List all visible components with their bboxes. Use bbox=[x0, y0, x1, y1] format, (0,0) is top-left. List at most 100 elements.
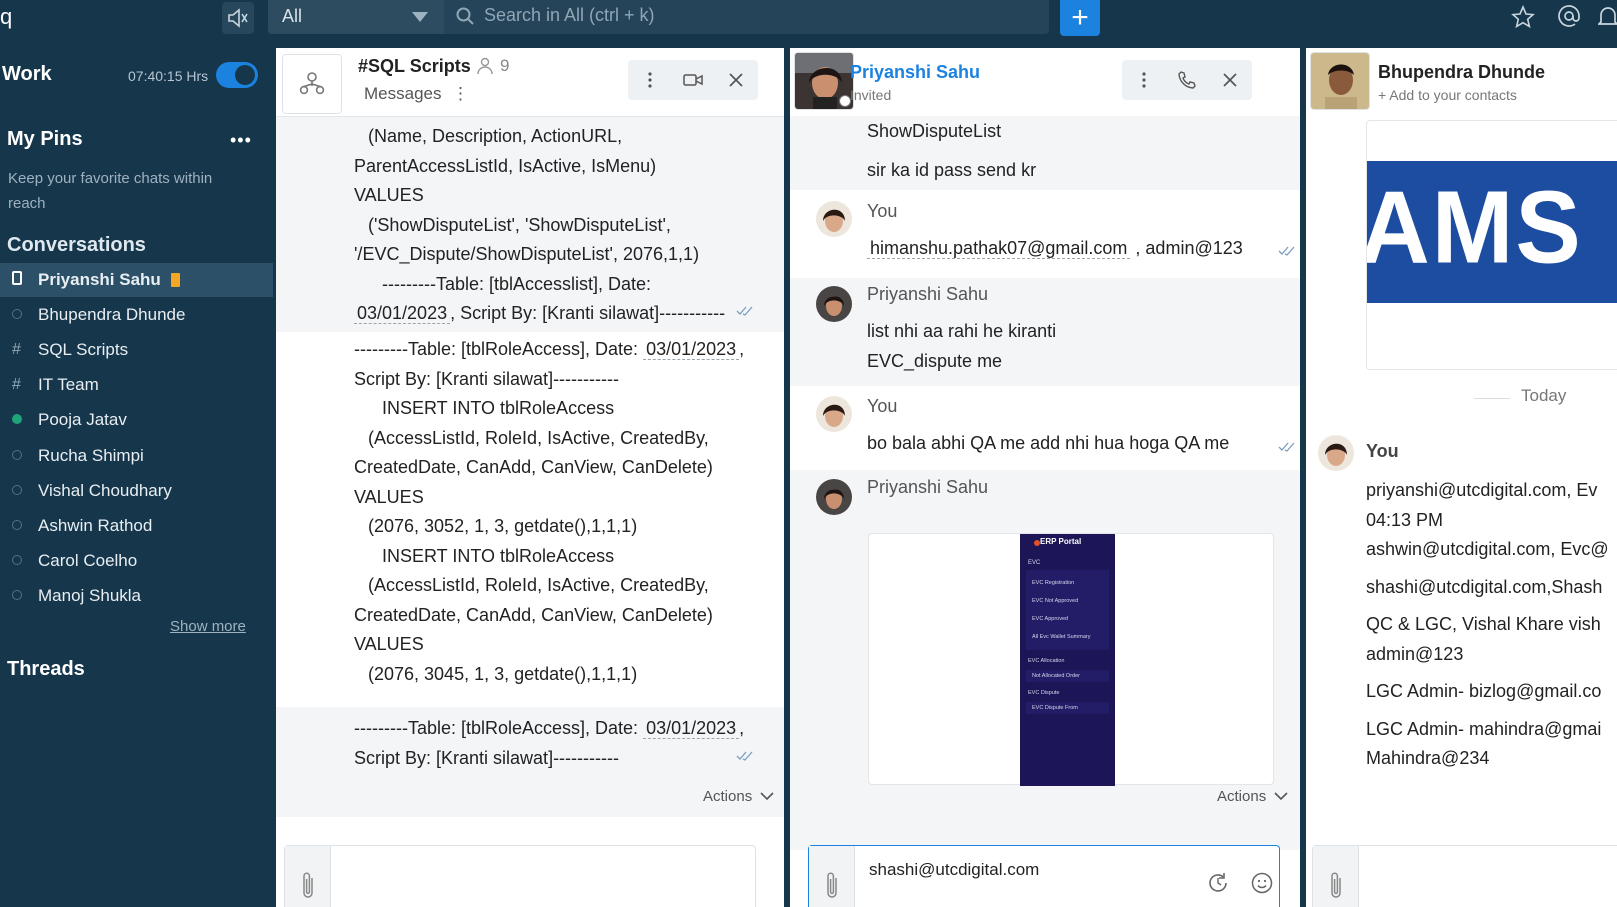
actions-label: Actions bbox=[703, 788, 753, 805]
status-offline-icon bbox=[0, 517, 38, 535]
conversation-name: SQL Scripts bbox=[38, 340, 129, 359]
avatar bbox=[1318, 435, 1354, 471]
more-vert-icon bbox=[1142, 72, 1146, 88]
message-text: bo bala abhi QA me add nhi hua hoga QA m… bbox=[867, 433, 1230, 453]
work-toggle[interactable] bbox=[216, 62, 258, 88]
pin-tag-icon bbox=[170, 273, 180, 287]
channel-header-actions bbox=[628, 60, 758, 100]
search-icon bbox=[456, 7, 474, 25]
conversation-item-ashwin-rathod[interactable]: Ashwin Rathod bbox=[0, 509, 273, 543]
speaker-button[interactable] bbox=[222, 2, 254, 34]
sender-name: You bbox=[867, 396, 898, 416]
conversation-name: Manoj Shukla bbox=[38, 586, 142, 605]
contact-name[interactable]: Bhupendra Dhunde bbox=[1378, 62, 1545, 83]
more-button[interactable] bbox=[630, 60, 670, 100]
sidebar: Work 07:40:15 Hrs My Pins ••• Keep your … bbox=[0, 48, 276, 907]
date-link[interactable]: 03/01/2023 bbox=[354, 303, 451, 324]
attachment-menu-item: EVC Allocation bbox=[1028, 658, 1065, 664]
sender-name: Priyanshi Sahu bbox=[867, 284, 989, 304]
tab-more-button[interactable]: ⋮ bbox=[452, 84, 469, 104]
paperclip-icon bbox=[302, 872, 313, 898]
more-button[interactable] bbox=[1124, 60, 1164, 100]
avatar bbox=[816, 479, 852, 515]
message-composer[interactable] bbox=[1312, 845, 1617, 907]
chevron-down-icon bbox=[760, 792, 774, 801]
phone-icon bbox=[1178, 71, 1196, 89]
close-button[interactable] bbox=[716, 60, 756, 100]
actions-dropdown[interactable]: Actions bbox=[1217, 788, 1288, 805]
add-contact-link[interactable]: + Add to your contacts bbox=[1378, 87, 1517, 103]
close-button[interactable] bbox=[1210, 60, 1250, 100]
tab-messages[interactable]: Messages bbox=[364, 84, 441, 104]
close-icon bbox=[1223, 73, 1237, 87]
conversation-name: Pooja Jatav bbox=[38, 410, 127, 429]
add-button[interactable]: + bbox=[1060, 0, 1100, 36]
conversation-item-carol-coelho[interactable]: Carol Coelho bbox=[0, 544, 273, 578]
attach-button[interactable] bbox=[809, 846, 855, 907]
message-text: ShowDisputeList bbox=[867, 121, 1002, 141]
conversation-item-it-team[interactable]: # IT Team bbox=[0, 368, 273, 402]
member-count-value: 9 bbox=[500, 56, 510, 75]
work-timer: 07:40:15 Hrs bbox=[128, 68, 209, 84]
date-link[interactable]: 03/01/2023 bbox=[643, 718, 740, 739]
conversation-name: Carol Coelho bbox=[38, 551, 138, 570]
status-offline-icon bbox=[0, 306, 38, 324]
conversation-name: Vishal Choudhary bbox=[38, 481, 172, 500]
conversation-item-bhupendra-dhunde[interactable]: Bhupendra Dhunde bbox=[0, 298, 273, 332]
message-text: sir ka id pass send kr bbox=[867, 160, 1037, 180]
conversation-item-manoj-shukla[interactable]: Manoj Shukla bbox=[0, 579, 273, 613]
channel-avatar bbox=[282, 54, 342, 114]
contact-avatar[interactable] bbox=[794, 52, 854, 110]
sender-name: You bbox=[867, 201, 898, 221]
message-text: priyanshi@utcdigital.com, Ev 04:13 PM as… bbox=[1366, 480, 1609, 768]
speaker-icon bbox=[228, 8, 248, 28]
status-online-icon bbox=[0, 411, 38, 429]
show-more-link[interactable]: Show more bbox=[170, 618, 246, 635]
attach-button[interactable] bbox=[285, 846, 331, 907]
message-composer[interactable]: shashi@utcdigital.com bbox=[808, 845, 1280, 907]
composer-input[interactable]: shashi@utcdigital.com bbox=[869, 860, 1039, 880]
video-button[interactable] bbox=[673, 60, 713, 100]
message-composer[interactable] bbox=[284, 845, 756, 907]
image-attachment[interactable]: AMS bbox=[1366, 120, 1617, 370]
channel-title: #SQL Scripts bbox=[358, 56, 471, 76]
sender-name: Priyanshi Sahu bbox=[867, 477, 989, 497]
pins-more-button[interactable]: ••• bbox=[230, 130, 252, 151]
conversation-item-rucha-shimpi[interactable]: Rucha Shimpi bbox=[0, 439, 273, 473]
actions-dropdown[interactable]: Actions bbox=[703, 788, 774, 805]
actions-label: Actions bbox=[1217, 788, 1267, 805]
status-offline-icon bbox=[0, 482, 38, 500]
avatar bbox=[816, 286, 852, 322]
attachment-menu-item: EVC bbox=[1028, 560, 1041, 566]
conversation-item-pooja-jatav[interactable]: Pooja Jatav bbox=[0, 403, 273, 437]
refresh-icon[interactable] bbox=[1207, 872, 1229, 894]
conversation-item-sql-scripts[interactable]: # SQL Scripts bbox=[0, 333, 273, 367]
search-input[interactable]: Search in All (ctrl + k) bbox=[444, 0, 1049, 34]
message-block: ---------Table: [tblRoleAccess], Date: 0… bbox=[354, 339, 745, 684]
more-vert-icon bbox=[648, 72, 652, 88]
conversation-name: IT Team bbox=[38, 375, 99, 394]
conversation-item-priyanshi-sahu[interactable]: Priyanshi Sahu bbox=[0, 263, 273, 297]
member-count[interactable]: 9 bbox=[476, 56, 509, 76]
date-separator: Today bbox=[1521, 386, 1567, 405]
contact-name[interactable]: Priyanshi Sahu bbox=[850, 62, 980, 83]
video-icon bbox=[683, 74, 703, 86]
call-button[interactable] bbox=[1167, 60, 1207, 100]
date-link[interactable]: 03/01/2023 bbox=[643, 339, 740, 360]
emoji-icon[interactable] bbox=[1251, 872, 1273, 894]
attach-button[interactable] bbox=[1313, 846, 1359, 907]
double-check-icon bbox=[736, 306, 753, 316]
chevron-down-icon bbox=[412, 12, 428, 22]
banner-text: AMS bbox=[1367, 169, 1583, 285]
chat-panel-priyanshi-sahu: Priyanshi Sahu Invited ShowDisputeList s… bbox=[790, 48, 1300, 907]
scope-select[interactable]: All bbox=[268, 0, 444, 34]
contact-avatar[interactable] bbox=[1310, 52, 1370, 110]
star-icon[interactable] bbox=[1511, 5, 1535, 29]
bell-icon[interactable] bbox=[1598, 4, 1617, 28]
double-check-icon bbox=[1278, 246, 1295, 256]
at-icon[interactable] bbox=[1557, 4, 1581, 28]
paperclip-icon bbox=[1330, 872, 1341, 898]
email-link[interactable]: himanshu.pathak07@gmail.com bbox=[867, 238, 1131, 259]
conversation-item-vishal-choudhary[interactable]: Vishal Choudhary bbox=[0, 474, 273, 508]
image-attachment[interactable]: ERP Portal EVC EVC Registration EVC Not … bbox=[868, 533, 1274, 786]
